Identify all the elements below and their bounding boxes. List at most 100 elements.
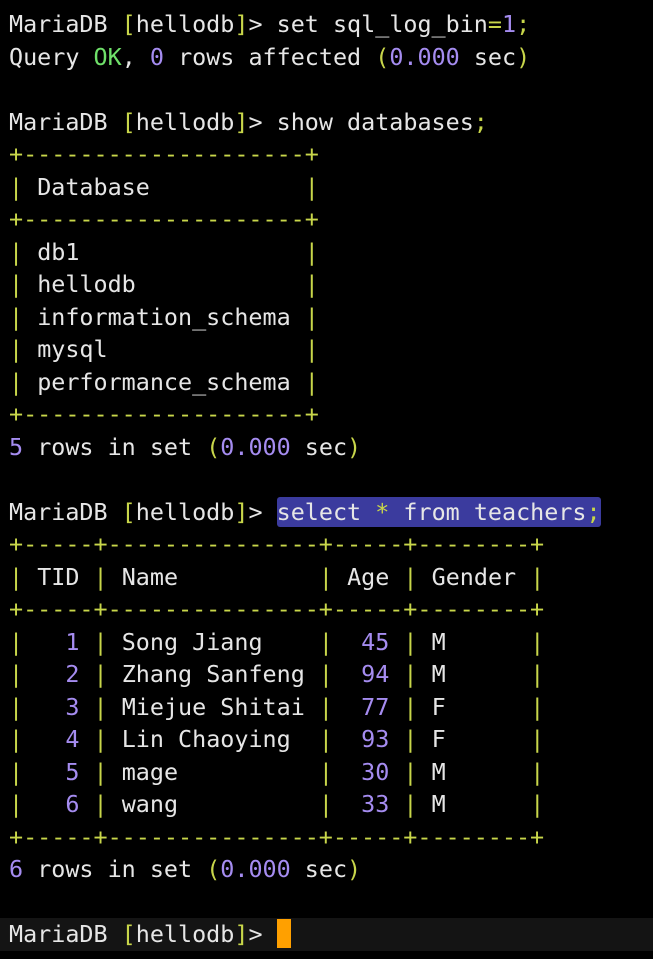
selected-command-text[interactable]: select * from teachers; [276, 496, 601, 527]
prompt-arrow: > [248, 920, 263, 948]
cell-gender: M [431, 627, 446, 656]
time-open-paren: ( [375, 42, 390, 71]
query-ok-line: Query OK, 0 rows affected (0.000 sec) [9, 41, 649, 74]
table-pipe: | [9, 660, 24, 688]
table-pipe: | [93, 660, 108, 688]
header-age: Age [347, 562, 390, 591]
table-row: | 4 | Lin Chaoying | 93 | F | [9, 723, 649, 756]
prompt-arrow: > [248, 10, 263, 38]
table-pipe: | [93, 790, 108, 818]
database-row: | db1 | [9, 236, 649, 269]
command-semicolon: ; [586, 497, 601, 526]
prompt-close-bracket: ] [234, 497, 249, 526]
table-border-top: +--------------------+ [9, 140, 319, 168]
table-pipe: | [318, 692, 333, 721]
table-pipe: | [304, 270, 319, 298]
rows-affected-text: rows affected [178, 42, 362, 71]
cell-age: 33 [361, 790, 390, 818]
prompt-client: MariaDB [9, 10, 108, 38]
cell-name: Song Jiang [121, 627, 263, 656]
cell-age: 94 [361, 660, 390, 688]
table-pipe: | [9, 335, 24, 363]
table-pipe: | [93, 692, 108, 721]
command-line-show-databases: MariaDB [hellodb]> show databases; [9, 106, 649, 139]
prompt-close-bracket: ] [234, 107, 249, 136]
table-pipe: | [304, 367, 319, 396]
table-pipe: | [9, 692, 24, 721]
cell-gender: M [431, 790, 446, 818]
prompt-open-bracket: [ [121, 10, 136, 38]
current-prompt-line[interactable]: MariaDB [hellodb]> [0, 918, 653, 951]
table-pipe: | [530, 627, 545, 656]
table-pipe: | [403, 692, 418, 721]
query-time: 0.000 [389, 42, 460, 71]
table-border-bottom: +-----+---------------+-----+--------+ [9, 822, 545, 851]
rows-in-set-text: rows in set [37, 855, 193, 883]
table-pipe: | [304, 237, 319, 266]
prompt-open-bracket: [ [121, 107, 136, 136]
table-row: | 2 | Zhang Sanfeng | 94 | M | [9, 658, 649, 691]
command-line-set-log-bin: MariaDB [hellodb]> set sql_log_bin=1; [9, 8, 649, 41]
databases-header-cell: Database [37, 172, 150, 201]
prompt-close-bracket: ] [234, 920, 249, 948]
rows-in-set-text: rows in set [37, 432, 193, 461]
text-cursor[interactable] [276, 919, 291, 948]
header-gender: Gender [431, 562, 517, 591]
table-pipe: | [93, 627, 108, 656]
cell-name: wang [121, 790, 179, 818]
time-unit: sec [304, 855, 348, 883]
cell-gender: F [431, 725, 446, 753]
time-unit: sec [304, 432, 348, 461]
table-row: | 6 | wang | 33 | M | [9, 788, 649, 821]
prompt-client: MariaDB [9, 497, 108, 526]
cell-gender: M [431, 757, 446, 786]
table-pipe: | [9, 172, 24, 201]
table-pipe: | [9, 302, 24, 331]
command-semicolon: ; [516, 10, 531, 38]
table-pipe: | [318, 627, 333, 656]
time-unit: sec [473, 42, 517, 71]
result-summary-line: 6 rows in set (0.000 sec) [9, 853, 649, 886]
table-pipe: | [9, 367, 24, 396]
prompt-open-bracket: [ [121, 497, 136, 526]
header-name: Name [121, 562, 179, 591]
command-star: * [375, 497, 390, 526]
time-close-paren: ) [516, 42, 531, 71]
database-row: | hellodb | [9, 268, 649, 301]
cell-age: 45 [361, 627, 390, 656]
table-pipe: | [9, 627, 24, 656]
table-pipe: | [403, 790, 418, 818]
table-border-top: +-----+---------------+-----+--------+ [9, 530, 545, 558]
query-time: 0.000 [220, 432, 291, 461]
database-cell: performance_schema [37, 367, 291, 396]
table-pipe: | [403, 725, 418, 753]
cell-age: 93 [361, 725, 390, 753]
database-row: | information_schema | [9, 301, 649, 334]
prompt-arrow: > [248, 107, 263, 136]
time-open-paren: ( [206, 855, 221, 883]
table-pipe: | [9, 562, 24, 591]
database-cell: mysql [37, 335, 108, 363]
prompt-open-bracket: [ [121, 920, 136, 948]
table-pipe: | [93, 562, 108, 591]
terminal-output[interactable]: MariaDB [hellodb]> set sql_log_bin=1; Qu… [0, 8, 653, 951]
table-border-bottom: +--------------------+ [9, 400, 319, 428]
table-pipe: | [530, 725, 545, 753]
time-close-paren: ) [347, 855, 362, 883]
database-cell: information_schema [37, 302, 291, 331]
table-pipe: | [9, 270, 24, 298]
table-pipe: | [318, 725, 333, 753]
table-pipe: | [93, 757, 108, 786]
prompt-database: hellodb [135, 497, 235, 526]
cell-gender: M [431, 660, 446, 688]
time-open-paren: ( [206, 432, 221, 461]
cell-tid: 3 [65, 692, 80, 721]
cell-name: mage [121, 757, 179, 786]
table-pipe: | [318, 790, 333, 818]
table-pipe: | [403, 660, 418, 688]
query-time: 0.000 [220, 855, 291, 883]
query-comma: , [121, 42, 136, 71]
command-text: from teachers [403, 497, 587, 526]
command-text: show databases [276, 107, 474, 136]
